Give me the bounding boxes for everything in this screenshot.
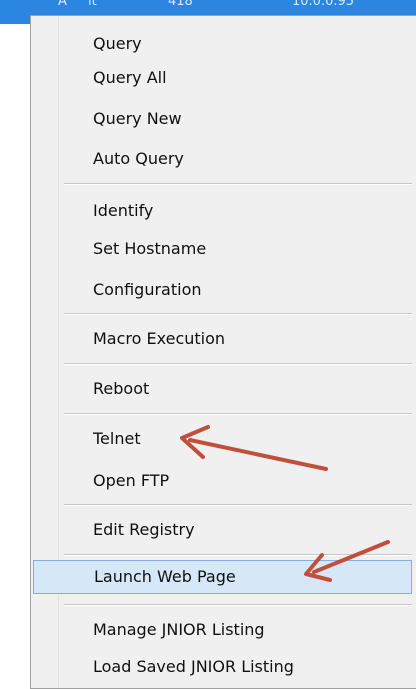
background-text-fragment: lt bbox=[88, 0, 97, 9]
menu-item-configuration[interactable]: Configuration bbox=[31, 273, 416, 307]
menu-item-query-all[interactable]: Query All bbox=[31, 61, 416, 95]
context-menu: Query Query All Query New Auto Query Ide… bbox=[30, 15, 416, 689]
menu-item-auto-query[interactable]: Auto Query bbox=[31, 142, 416, 176]
background-text-fragment: 418 bbox=[168, 0, 193, 9]
menu-item-manage-jnior-listing[interactable]: Manage JNIOR Listing bbox=[31, 613, 416, 647]
menu-item-macro-execution[interactable]: Macro Execution bbox=[31, 322, 416, 356]
menu-item-launch-web-page[interactable]: Launch Web Page bbox=[33, 560, 412, 594]
menu-item-edit-registry[interactable]: Edit Registry bbox=[31, 513, 416, 547]
menu-separator bbox=[64, 504, 412, 506]
menu-item-identify[interactable]: Identify bbox=[31, 194, 416, 228]
menu-separator bbox=[64, 554, 412, 556]
background-text-fragment: 10.0.0.95 bbox=[292, 0, 355, 9]
menu-separator bbox=[64, 313, 412, 315]
menu-item-load-saved-jnior-listing[interactable]: Load Saved JNIOR Listing bbox=[31, 650, 416, 684]
menu-item-reboot[interactable]: Reboot bbox=[31, 372, 416, 406]
menu-separator bbox=[64, 183, 412, 185]
menu-item-set-hostname[interactable]: Set Hostname bbox=[31, 232, 416, 266]
menu-item-query-new[interactable]: Query New bbox=[31, 102, 416, 136]
menu-item-telnet[interactable]: Telnet bbox=[31, 422, 416, 456]
background-text-fragment: A bbox=[58, 0, 67, 9]
menu-separator bbox=[64, 413, 412, 415]
menu-item-open-ftp[interactable]: Open FTP bbox=[31, 464, 416, 498]
menu-separator bbox=[64, 363, 412, 365]
menu-item-query[interactable]: Query bbox=[31, 27, 416, 61]
menu-separator bbox=[64, 604, 412, 606]
